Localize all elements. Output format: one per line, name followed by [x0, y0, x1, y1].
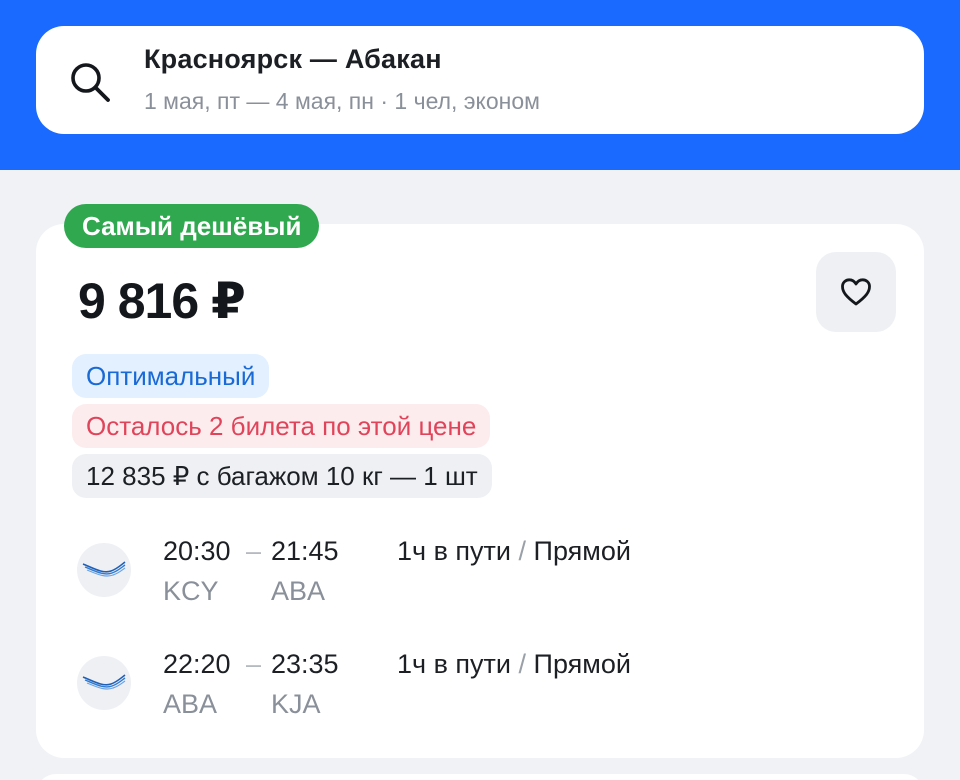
offer-price: 9 816 ₽: [78, 273, 246, 329]
segment-2-separator: /: [518, 649, 527, 679]
segment-2-flight-type: Прямой: [533, 649, 631, 679]
search-icon[interactable]: [68, 60, 112, 104]
airline-wings-icon: [82, 561, 126, 577]
route-title[interactable]: Красноярск — Абакан: [144, 44, 442, 75]
search-details[interactable]: 1 мая, пт — 4 мая, пн · 1 чел, эконом: [144, 88, 540, 115]
segment-2-duration: 1ч в пути: [397, 649, 511, 679]
segment-1-departure-time: 20:30: [163, 536, 231, 566]
segment-1-separator: /: [518, 536, 527, 566]
segment-2-origin-code: ABA: [163, 689, 218, 719]
tickets-left-tag: Осталось 2 билета по этой цене: [72, 404, 491, 448]
segment-1-arrival-time: 21:45: [271, 536, 339, 566]
segment-1-dash: –: [246, 536, 262, 566]
next-offer-card[interactable]: [36, 774, 924, 780]
segment-2-arrival-time: 23:35: [271, 649, 339, 679]
favorite-button[interactable]: [816, 252, 896, 332]
segment-1-destination-code: ABA: [271, 576, 326, 606]
segment-1-duration-info: 1ч в пути / Прямой: [397, 536, 631, 567]
segment-1-duration: 1ч в пути: [397, 536, 511, 566]
baggage-option-tag[interactable]: 12 835 ₽ с багажом 10 кг — 1 шт: [72, 454, 492, 498]
airline-logo: [77, 543, 131, 597]
segment-1-flight-type: Прямой: [533, 536, 631, 566]
segment-2-destination-code: KJA: [271, 689, 321, 719]
optimal-tag: Оптимальный: [72, 354, 270, 398]
cheapest-badge: Самый дешёвый: [64, 204, 320, 248]
segment-2-dash: –: [246, 649, 262, 679]
segment-2-duration-info: 1ч в пути / Прямой: [397, 649, 631, 680]
airline-wings-icon: [82, 674, 126, 690]
segment-2-departure-time: 22:20: [163, 649, 231, 679]
heart-icon: [841, 278, 871, 306]
segment-1-origin-code: KCY: [163, 576, 219, 606]
search-summary-box[interactable]: [36, 26, 924, 134]
airline-logo: [77, 656, 131, 710]
